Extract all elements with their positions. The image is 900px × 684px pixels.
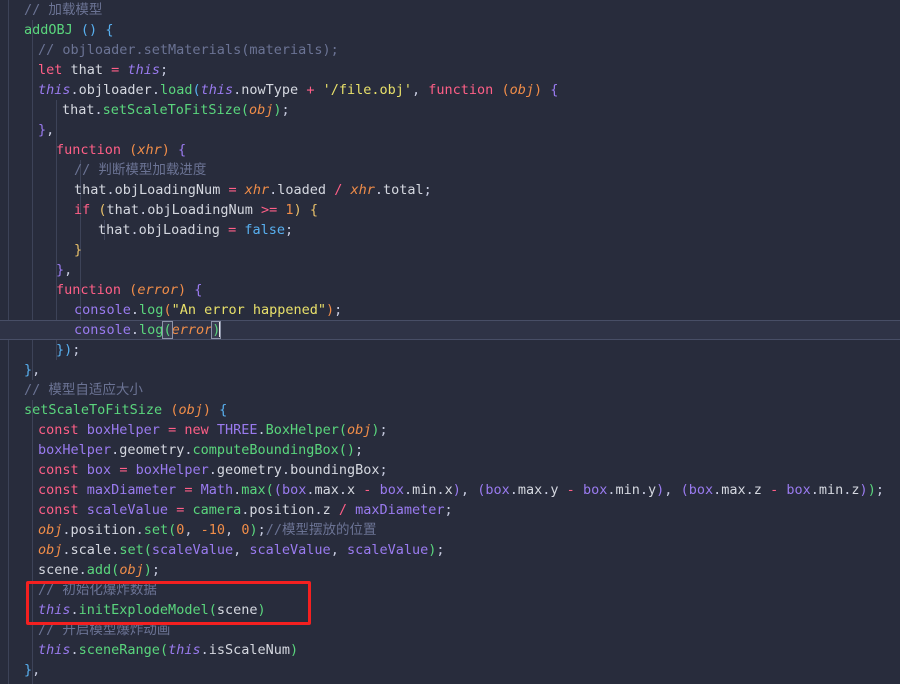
line-comment: // 初始化爆炸数据 [38, 582, 157, 598]
code-line-26[interactable]: const scaleValue = camera.position.z / m… [0, 500, 900, 520]
code-line-5[interactable]: this.objloader.load(this.nowType + '/fil… [0, 80, 900, 100]
code-line-15[interactable]: function (error) { [0, 280, 900, 300]
line-comment: // 模型自适应大小 [24, 382, 143, 398]
code-line-33[interactable]: this.sceneRange(this.isScaleNum) [0, 640, 900, 660]
code-line-11[interactable]: if (that.objLoadingNum >= 1) { [0, 200, 900, 220]
text-cursor [219, 321, 221, 337]
code-line-9[interactable]: // 判断模型加载进度 [0, 160, 900, 180]
code-line-1[interactable]: // 加载模型 [0, 0, 900, 20]
code-line-2[interactable]: addOBJ () { [0, 20, 900, 40]
code-line-31[interactable]: this.initExplodeModel(scene) [0, 600, 900, 620]
code-line-25[interactable]: const maxDiameter = Math.max((box.max.x … [0, 480, 900, 500]
code-line-18[interactable]: }); [0, 340, 900, 360]
code-line-24[interactable]: const box = boxHelper.geometry.boundingB… [0, 460, 900, 480]
code-line-12[interactable]: that.objLoading = false; [0, 220, 900, 240]
trailing-comment: //模型摆放的位置 [265, 522, 377, 538]
code-line-8[interactable]: function (xhr) { [0, 140, 900, 160]
code-line-19[interactable]: }, [0, 360, 900, 380]
bracket-match-open: ( [162, 321, 173, 339]
code-line-35[interactable] [0, 680, 900, 684]
code-line-30[interactable]: // 初始化爆炸数据 [0, 580, 900, 600]
code-line-16[interactable]: console.log("An error happened"); [0, 300, 900, 320]
code-line-23[interactable]: boxHelper.geometry.computeBoundingBox(); [0, 440, 900, 460]
code-line-17-current[interactable]: console.log(error) [0, 320, 900, 340]
line-comment: // objloader.setMaterials(materials); [38, 42, 339, 58]
code-line-10[interactable]: that.objLoadingNum = xhr.loaded / xhr.to… [0, 180, 900, 200]
code-line-4[interactable]: let that = this; [0, 60, 900, 80]
code-content[interactable]: // 加载模型 addOBJ () { // objloader.setMate… [0, 0, 900, 684]
code-line-27[interactable]: obj.position.set(0, -10, 0);//模型摆放的位置 [0, 520, 900, 540]
code-line-7[interactable]: }, [0, 120, 900, 140]
code-editor[interactable]: // 加载模型 addOBJ () { // objloader.setMate… [0, 0, 900, 684]
code-line-3[interactable]: // objloader.setMaterials(materials); [0, 40, 900, 60]
line-comment: // 加载模型 [24, 2, 103, 18]
code-line-34[interactable]: }, [0, 660, 900, 680]
code-line-21[interactable]: setScaleToFitSize (obj) { [0, 400, 900, 420]
code-line-28[interactable]: obj.scale.set(scaleValue, scaleValue, sc… [0, 540, 900, 560]
code-line-29[interactable]: scene.add(obj); [0, 560, 900, 580]
method-name: addOBJ [24, 22, 73, 38]
code-line-13[interactable]: } [0, 240, 900, 260]
line-comment: // 开启模型爆炸动画 [38, 622, 171, 638]
code-line-14[interactable]: }, [0, 260, 900, 280]
code-line-32[interactable]: // 开启模型爆炸动画 [0, 620, 900, 640]
line-comment: // 判断模型加载进度 [74, 162, 207, 178]
code-line-20[interactable]: // 模型自适应大小 [0, 380, 900, 400]
code-line-22[interactable]: const boxHelper = new THREE.BoxHelper(ob… [0, 420, 900, 440]
code-line-6[interactable]: that.setScaleToFitSize(obj); [0, 100, 900, 120]
